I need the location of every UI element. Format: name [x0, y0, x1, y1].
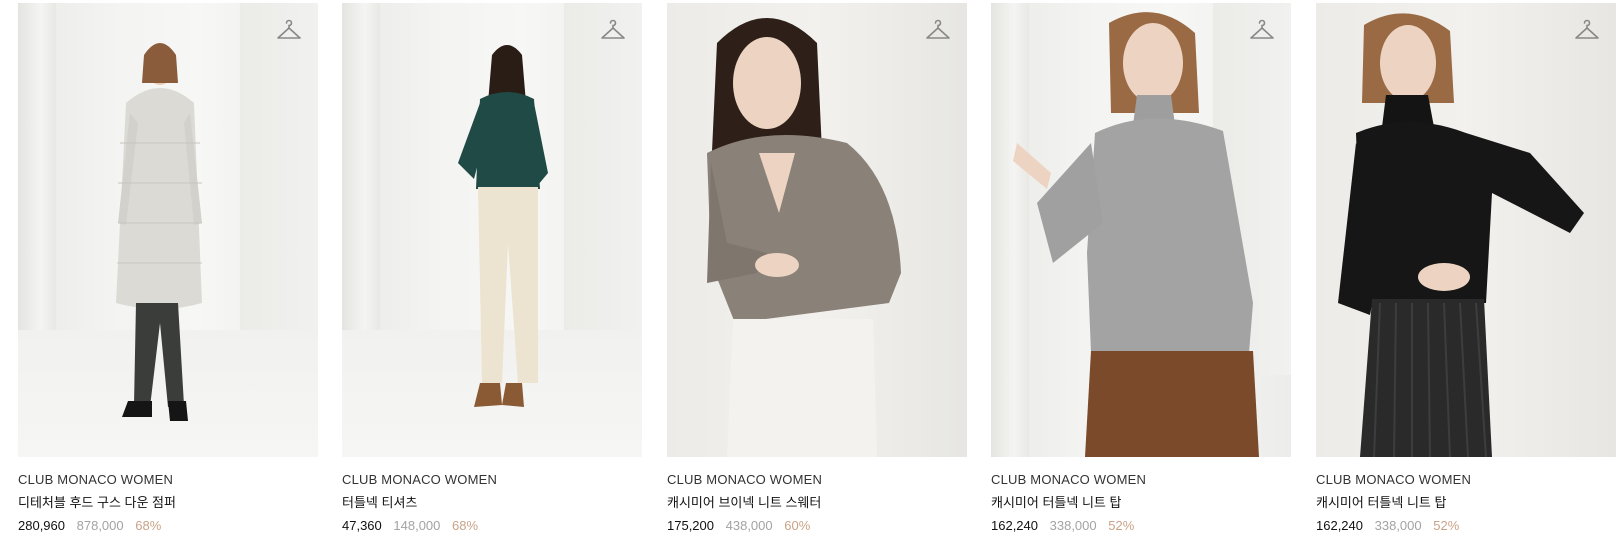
- discount-rate: 52%: [1433, 518, 1460, 533]
- product-brand[interactable]: CLUB MONACO WOMEN: [18, 471, 318, 489]
- discount-rate: 68%: [135, 518, 162, 533]
- hanger-icon[interactable]: [276, 19, 302, 43]
- product-grid: CLUB MONACO WOMEN 디테처블 후드 구스 다운 점퍼 280,9…: [0, 0, 1618, 540]
- sale-price: 162,240: [1316, 518, 1363, 533]
- product-name[interactable]: 터틀넥 티셔츠: [342, 494, 642, 512]
- product-image[interactable]: [18, 3, 318, 457]
- product-brand[interactable]: CLUB MONACO WOMEN: [667, 471, 967, 489]
- product-card[interactable]: CLUB MONACO WOMEN 디테처블 후드 구스 다운 점퍼 280,9…: [18, 3, 318, 535]
- product-name[interactable]: 캐시미어 브이넥 니트 스웨터: [667, 494, 967, 512]
- product-name[interactable]: 캐시미어 터틀넥 니트 탑: [1316, 494, 1616, 512]
- product-image[interactable]: [667, 3, 967, 457]
- discount-rate: 60%: [784, 518, 811, 533]
- model-figure: [116, 43, 202, 421]
- product-brand[interactable]: CLUB MONACO WOMEN: [342, 471, 642, 489]
- product-brand[interactable]: CLUB MONACO WOMEN: [1316, 471, 1616, 489]
- product-card[interactable]: CLUB MONACO WOMEN 캐시미어 터틀넥 니트 탑 162,240 …: [1316, 3, 1616, 535]
- hanger-icon[interactable]: [925, 19, 951, 43]
- hanger-icon[interactable]: [1574, 19, 1600, 43]
- discount-rate: 68%: [452, 518, 479, 533]
- product-card[interactable]: CLUB MONACO WOMEN 터틀넥 티셔츠 47,360 148,000…: [342, 3, 642, 535]
- price-row: 47,360 148,000 68%: [342, 517, 642, 535]
- original-price: 148,000: [393, 518, 441, 533]
- product-image[interactable]: [1316, 3, 1616, 457]
- product-card[interactable]: CLUB MONACO WOMEN 캐시미어 터틀넥 니트 탑 162,240 …: [991, 3, 1291, 535]
- discount-rate: 52%: [1108, 518, 1135, 533]
- sale-price: 280,960: [18, 518, 65, 533]
- model-figure: [458, 45, 548, 407]
- product-image[interactable]: [342, 3, 642, 457]
- model-figure: [707, 18, 901, 457]
- sale-price: 47,360: [342, 518, 382, 533]
- original-price: 338,000: [1049, 518, 1097, 533]
- hanger-icon[interactable]: [600, 19, 626, 43]
- price-row: 162,240 338,000 52%: [991, 517, 1291, 535]
- original-price: 338,000: [1374, 518, 1422, 533]
- product-image[interactable]: [991, 3, 1291, 457]
- product-name[interactable]: 디테처블 후드 구스 다운 점퍼: [18, 494, 318, 512]
- price-row: 175,200 438,000 60%: [667, 517, 967, 535]
- original-price: 878,000: [76, 518, 124, 533]
- model-figure: [1013, 12, 1259, 457]
- product-card[interactable]: CLUB MONACO WOMEN 캐시미어 브이넥 니트 스웨터 175,20…: [667, 3, 967, 535]
- original-price: 438,000: [725, 518, 773, 533]
- hanger-icon[interactable]: [1249, 19, 1275, 43]
- sale-price: 162,240: [991, 518, 1038, 533]
- price-row: 280,960 878,000 68%: [18, 517, 318, 535]
- product-brand[interactable]: CLUB MONACO WOMEN: [991, 471, 1291, 489]
- price-row: 162,240 338,000 52%: [1316, 517, 1616, 535]
- model-figure: [1338, 13, 1584, 457]
- product-name[interactable]: 캐시미어 터틀넥 니트 탑: [991, 494, 1291, 512]
- sale-price: 175,200: [667, 518, 714, 533]
